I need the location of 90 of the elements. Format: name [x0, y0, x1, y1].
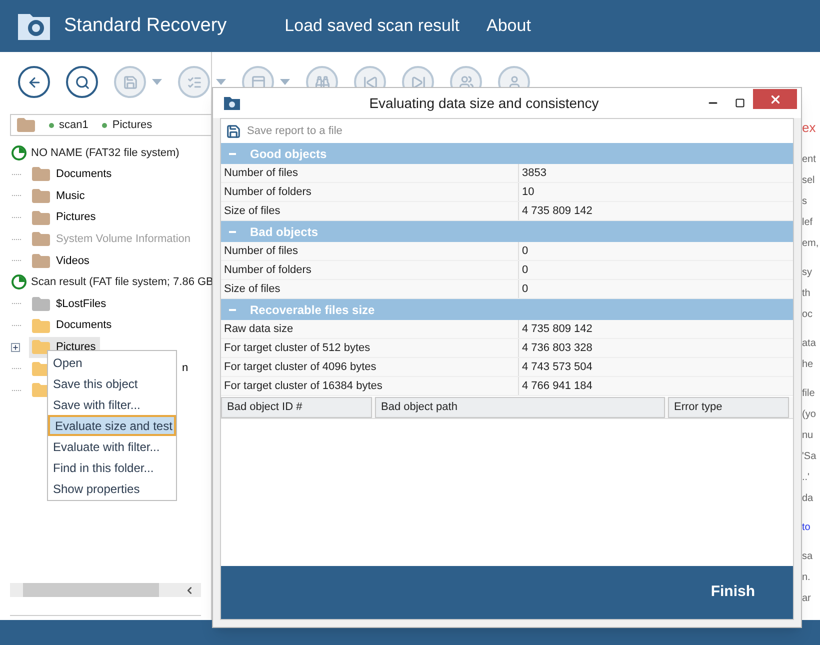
section-title: Bad objects: [250, 224, 318, 240]
people-icon: [458, 74, 474, 90]
partial-text: 'Sa: [802, 450, 818, 464]
maximize-icon[interactable]: [735, 98, 745, 108]
menu-item[interactable]: Evaluate with filter...: [48, 436, 176, 457]
partial-text: lef: [802, 216, 814, 230]
path-segment[interactable]: scan1: [59, 116, 88, 134]
property-label: For target cluster of 16384 bytes: [221, 377, 519, 395]
close-button[interactable]: [753, 89, 797, 109]
property-value: 4 735 809 142: [521, 204, 592, 219]
menu-link[interactable]: About: [486, 13, 531, 39]
section-title: Recoverable files size: [250, 302, 375, 318]
pie-chart-icon: [11, 144, 27, 161]
tree-item[interactable]: Documents: [56, 317, 112, 334]
window-icon: [250, 74, 266, 90]
partial-text: nu: [802, 428, 814, 442]
menu-item[interactable]: Show properties: [48, 478, 176, 499]
property-value: 4 743 573 504: [521, 360, 592, 375]
partial-text: ex: [802, 119, 817, 137]
partial-text: ata: [802, 336, 817, 350]
property-label: Size of files: [221, 202, 519, 220]
property-value: 3853: [521, 166, 546, 181]
menu-link[interactable]: Load saved scan result: [284, 13, 460, 39]
checklist-icon: [186, 74, 202, 90]
partial-text: he: [802, 358, 814, 372]
property-label: Number of folders: [221, 183, 519, 201]
property-label: For target cluster of 4096 bytes: [221, 358, 519, 376]
partial-text: sel: [802, 174, 816, 188]
toolbar-button[interactable]: [18, 66, 50, 98]
partial-text: da: [802, 492, 814, 506]
expand-icon[interactable]: [11, 342, 20, 352]
finish-button[interactable]: Finish: [710, 581, 755, 604]
tree-item[interactable]: Pictures: [56, 209, 96, 226]
partial-text: ar: [802, 592, 812, 606]
partial-text: n.: [802, 570, 812, 584]
save-report-button[interactable]: Save report to a file: [247, 122, 342, 140]
menu-item[interactable]: Find in this folder...: [48, 457, 176, 478]
property-label: Raw data size: [221, 320, 519, 338]
property-label: Number of files: [221, 242, 519, 260]
partial-text: em,: [802, 236, 819, 250]
partial-text: th: [802, 286, 812, 300]
tree-item[interactable]: n: [182, 360, 188, 377]
skip-forward-icon: [410, 74, 426, 90]
partial-text: sa: [802, 550, 814, 564]
path-segment[interactable]: Pictures: [112, 116, 152, 134]
menu-item[interactable]: Save with filter...: [48, 394, 176, 415]
column-header[interactable]: Error type: [668, 397, 789, 418]
property-label: Number of files: [221, 164, 519, 182]
dialog-title: Evaluating data size and consistency: [368, 94, 600, 113]
tree-item[interactable]: Music: [56, 188, 85, 204]
column-header[interactable]: Bad object ID #: [221, 397, 372, 418]
toolbar-button[interactable]: [66, 66, 98, 98]
property-value: 0: [521, 262, 528, 278]
tree-item[interactable]: Documents: [56, 166, 112, 183]
property-value: 4 736 803 328: [521, 340, 592, 356]
app-title: Standard Recovery: [64, 14, 227, 38]
property-value: 0: [521, 244, 528, 259]
property-label: Number of folders: [221, 261, 519, 279]
section-title: Good objects: [250, 146, 327, 162]
property-label: Size of files: [221, 280, 519, 298]
property-value: 4 735 809 142: [521, 322, 592, 337]
property-label: For target cluster of 512 bytes: [221, 339, 519, 357]
partial-text: s: [802, 194, 808, 208]
partial-text[interactable]: to: [802, 520, 819, 534]
drive-label[interactable]: Scan result (FAT file system; 7.86 GB: [31, 274, 214, 291]
scrollbar-thumb[interactable]: [23, 583, 159, 597]
partial-text: ent: [802, 152, 817, 166]
close-icon: [768, 92, 782, 106]
property-value: 4 766 941 184: [521, 378, 592, 394]
partial-text: file: [802, 386, 816, 400]
app-logo-icon: [223, 95, 241, 111]
binoculars-icon: [314, 74, 330, 90]
partial-text: (yo: [802, 408, 817, 422]
menu-item[interactable]: Open: [48, 352, 176, 373]
property-value: 10: [521, 184, 534, 200]
menu-item[interactable]: Evaluate size and test: [48, 415, 176, 436]
person-icon: [506, 74, 522, 90]
drive-label[interactable]: NO NAME (FAT32 file system): [31, 144, 180, 162]
menu-item[interactable]: Save this object: [48, 373, 176, 394]
tree-item[interactable]: $LostFiles: [56, 296, 106, 312]
pie-chart-icon: [11, 274, 27, 290]
skip-back-icon: [362, 74, 378, 90]
column-header[interactable]: Bad object path: [375, 397, 665, 418]
partial-text: ..': [802, 470, 810, 484]
folder-icon: [17, 118, 35, 132]
tree-item[interactable]: Videos: [56, 252, 90, 270]
partial-text: oc: [802, 308, 814, 322]
property-value: 0: [521, 282, 528, 297]
partial-text: sy: [802, 266, 813, 280]
magnifier-icon: [74, 74, 90, 90]
